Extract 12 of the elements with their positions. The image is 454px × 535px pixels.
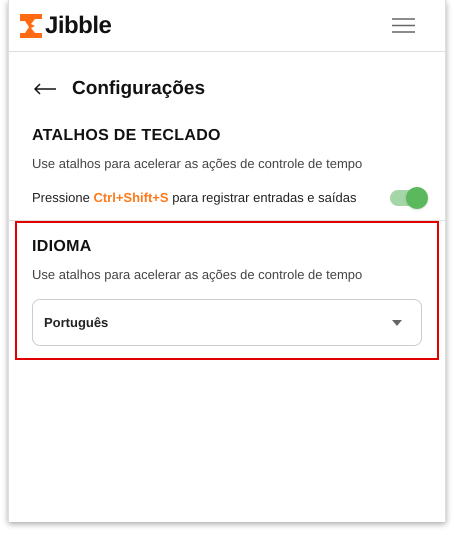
page-title: Configurações [72,76,206,101]
logo-text: Jibble [45,10,112,40]
section-heading: IDIOMA [32,237,93,257]
shortcut-instruction: Pressione Ctrl+Shift+S para registrar entradas e saídas [32,189,356,208]
section-description: Use atalhos para acelerar as ações de controle de tempo [32,155,364,173]
section-heading: ATALHOS DE TECLADO [32,126,222,146]
language-select[interactable]: Português [32,299,422,346]
hourglass-logo-icon [20,14,42,38]
menu-icon[interactable] [392,18,415,33]
section-description: Use atalhos para acelerar as ações de controle de tempo [32,266,364,284]
back-arrow-icon[interactable] [34,83,56,95]
caret-icon [392,320,402,326]
